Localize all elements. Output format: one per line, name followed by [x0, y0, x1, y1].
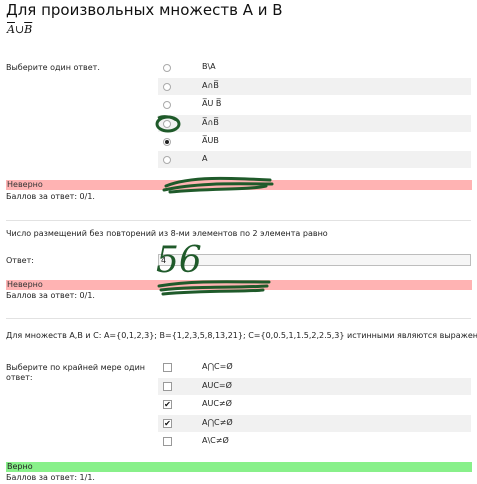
radio-button[interactable]: [163, 64, 171, 72]
radio-button[interactable]: [163, 156, 171, 164]
checkbox-checked[interactable]: ✔: [163, 419, 172, 428]
handwritten-scribble: [162, 176, 274, 194]
q1-prompt: Выберите один ответ.: [6, 63, 100, 72]
handwritten-answer: 56: [156, 240, 202, 281]
q1-option[interactable]: A̅∩B̅: [158, 115, 471, 132]
checkbox[interactable]: [163, 437, 172, 446]
q3-prompt-line2: ответ:: [6, 373, 33, 382]
q1-option[interactable]: A̅UB: [158, 133, 471, 150]
option-label: A̅U B̅: [202, 99, 222, 108]
option-label: AUC≠Ø: [202, 399, 232, 408]
q2-score: Баллов за ответ: 0/1.: [6, 291, 95, 300]
q3-option[interactable]: ✔ AUC≠Ø: [158, 396, 471, 413]
q1-option[interactable]: A∩B̅: [158, 78, 471, 95]
q3-feedback-banner: Верно: [6, 462, 472, 472]
formula-op: ∪: [14, 23, 25, 36]
formula-left: A: [7, 23, 15, 36]
formula-right: B: [24, 23, 33, 36]
divider: [6, 318, 471, 319]
checkbox[interactable]: [163, 363, 172, 372]
q1-score: Баллов за ответ: 0/1.: [6, 192, 95, 201]
radio-button[interactable]: [163, 83, 171, 91]
checkbox[interactable]: [163, 382, 172, 391]
option-label: B\A: [202, 62, 216, 71]
divider: [6, 220, 471, 221]
option-label: A⋂C=Ø: [202, 362, 233, 371]
option-label: A̅∩B̅: [202, 118, 219, 127]
q3-option[interactable]: A⋂C=Ø: [158, 359, 471, 376]
q3-option[interactable]: ✔ A⋂C≠Ø: [158, 415, 471, 432]
formula-image: A∪B: [7, 23, 32, 36]
option-label: A\C≠Ø: [202, 436, 229, 445]
q1-option[interactable]: A̅U B̅: [158, 96, 471, 113]
q2-answer-label: Ответ:: [6, 256, 34, 265]
option-label: A̅UB: [202, 136, 219, 145]
q3-option[interactable]: AUC=Ø: [158, 378, 471, 395]
q1-option[interactable]: B\A: [158, 59, 471, 76]
q3-option[interactable]: A\C≠Ø: [158, 433, 471, 450]
option-label: A: [202, 154, 208, 163]
q1-option[interactable]: A: [158, 151, 471, 168]
q3-score: Баллов за ответ: 1/1.: [6, 473, 95, 482]
handwritten-circle-mark: [155, 115, 181, 133]
handwritten-answer-text: 56: [156, 240, 202, 281]
radio-button-selected[interactable]: [163, 138, 171, 146]
checkbox-checked[interactable]: ✔: [163, 400, 172, 409]
page-title: Для произвольных множеств A и B: [6, 1, 283, 19]
handwritten-scribble: [157, 280, 271, 296]
radio-button[interactable]: [163, 101, 171, 109]
q2-question: Число размещений без повторений из 8-ми …: [6, 229, 328, 238]
option-label: AUC=Ø: [202, 381, 232, 390]
option-label: A⋂C≠Ø: [202, 418, 233, 427]
option-label: A∩B̅: [202, 81, 219, 90]
q3-question: Для множеств A,B и C: A={0,1,2,3}; B={1,…: [6, 331, 477, 340]
q3-prompt-line1: Выберите по крайней мере один: [6, 363, 145, 372]
